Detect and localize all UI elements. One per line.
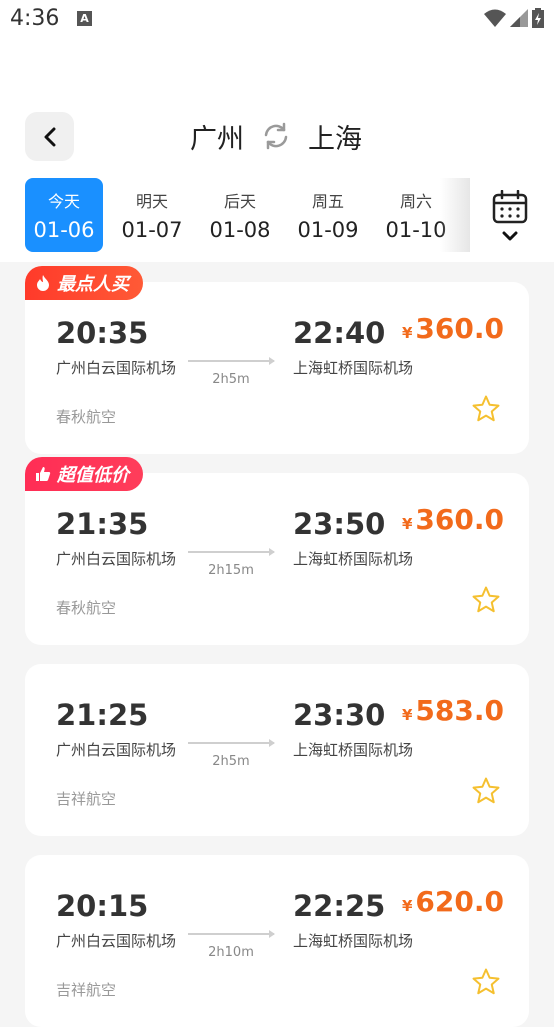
date-tab-label: 周五 xyxy=(311,192,344,211)
price-amount: 620.0 xyxy=(415,885,504,918)
arrival-airport: 上海虹桥国际机场 xyxy=(293,359,414,377)
date-tab-tomorrow[interactable]: 明天 01-07 xyxy=(113,178,191,252)
currency-symbol: ¥ xyxy=(401,706,413,724)
flight-card[interactable]: 超值低价 21:35 广州白云国际机场 春秋航空 2h15m 23:50 上海虹… xyxy=(25,457,529,645)
arrival-airport: 上海虹桥国际机场 xyxy=(293,741,414,759)
date-tab-date: 01-07 xyxy=(121,218,183,242)
swap-refresh-icon xyxy=(264,122,288,150)
star-icon xyxy=(472,777,500,804)
arrival-time: 22:25 xyxy=(293,889,386,923)
duration-arrow xyxy=(188,930,275,938)
arrival-time: 23:50 xyxy=(293,507,386,541)
signal-icon xyxy=(510,9,528,27)
date-tab-label: 今天 xyxy=(47,192,80,211)
price: ¥583.0 xyxy=(402,694,504,727)
arrival-time: 22:40 xyxy=(293,316,386,350)
duration-arrow xyxy=(188,739,275,747)
status-icons xyxy=(484,8,544,28)
price-amount: 360.0 xyxy=(415,312,504,345)
arrival-airport: 上海虹桥国际机场 xyxy=(293,932,414,950)
flight-duration: 2h15m xyxy=(208,563,254,578)
back-button[interactable] xyxy=(25,112,74,161)
duration-arrow xyxy=(188,548,275,556)
price: ¥620.0 xyxy=(402,885,504,918)
date-tab-date: 01-09 xyxy=(297,218,359,242)
price: ¥360.0 xyxy=(402,312,504,345)
flight-duration: 2h10m xyxy=(208,945,254,960)
date-tab-date: 01-08 xyxy=(209,218,271,242)
swap-button[interactable] xyxy=(262,122,290,150)
departure-time: 20:15 xyxy=(56,889,149,923)
airline-name: 吉祥航空 xyxy=(56,790,117,808)
date-tab-label: 明天 xyxy=(135,192,168,211)
flight-card[interactable]: 21:25 广州白云国际机场 吉祥航空 2h5m 23:30 上海虹桥国际机场 … xyxy=(25,664,529,836)
departure-airport: 广州白云国际机场 xyxy=(56,741,177,759)
departure-airport: 广州白云国际机场 xyxy=(56,550,177,568)
arrival-airport: 上海虹桥国际机场 xyxy=(293,550,414,568)
date-tab-date: 01-06 xyxy=(33,218,95,242)
favorite-button[interactable] xyxy=(471,776,501,806)
price-amount: 583.0 xyxy=(415,694,504,727)
departure-time: 21:35 xyxy=(56,507,149,541)
departure-time: 21:25 xyxy=(56,698,149,732)
flight-duration: 2h5m xyxy=(212,754,250,769)
currency-symbol: ¥ xyxy=(401,515,413,533)
hot-badge: 最点人买 xyxy=(25,266,143,300)
wifi-icon xyxy=(484,9,506,27)
battery-icon xyxy=(532,8,544,28)
chevron-left-icon xyxy=(44,127,55,146)
date-tab-today[interactable]: 今天 01-06 xyxy=(25,178,103,252)
chevron-down-icon xyxy=(502,231,518,241)
date-tab-date: 01-10 xyxy=(385,218,447,242)
airline-name: 春秋航空 xyxy=(56,599,117,617)
departure-airport: 广州白云国际机场 xyxy=(56,359,177,377)
calendar-button[interactable] xyxy=(490,190,530,250)
price-amount: 360.0 xyxy=(415,503,504,536)
airline-name: 吉祥航空 xyxy=(56,981,117,999)
calendar-icon xyxy=(492,190,528,224)
star-icon xyxy=(472,968,500,995)
price: ¥360.0 xyxy=(402,503,504,536)
star-icon xyxy=(472,395,500,422)
favorite-button[interactable] xyxy=(471,394,501,424)
thumbs-up-icon xyxy=(36,467,51,481)
flight-duration: 2h5m xyxy=(212,372,250,387)
currency-symbol: ¥ xyxy=(401,324,413,342)
duration-arrow xyxy=(188,357,275,365)
notification-icon: A xyxy=(77,11,92,26)
destination-city: 上海 xyxy=(308,123,362,155)
departure-time: 20:35 xyxy=(56,316,149,350)
airline-name: 春秋航空 xyxy=(56,408,117,426)
badge-label: 超值低价 xyxy=(57,465,129,486)
date-tab-day-after[interactable]: 后天 01-08 xyxy=(201,178,279,252)
star-icon xyxy=(472,586,500,613)
date-tab-label: 周六 xyxy=(399,192,432,211)
flight-card[interactable]: 最点人买 20:35 广州白云国际机场 春秋航空 2h5m 22:40 上海虹桥… xyxy=(25,266,529,454)
date-tabs: 今天 01-06 明天 01-07 后天 01-08 周五 01-09 周六 0… xyxy=(25,178,465,252)
flight-card[interactable]: 20:15 广州白云国际机场 吉祥航空 2h10m 22:25 上海虹桥国际机场… xyxy=(25,855,529,1027)
favorite-button[interactable] xyxy=(471,585,501,615)
origin-city: 广州 xyxy=(190,123,244,155)
date-tab-friday[interactable]: 周五 01-09 xyxy=(289,178,367,252)
badge-label: 最点人买 xyxy=(57,274,129,295)
tabs-fade-overlay xyxy=(440,178,470,252)
favorite-button[interactable] xyxy=(471,967,501,997)
arrival-time: 23:30 xyxy=(293,698,386,732)
value-badge: 超值低价 xyxy=(25,457,143,491)
fire-icon xyxy=(37,275,49,291)
route-title: 广州 上海 xyxy=(190,114,362,158)
currency-symbol: ¥ xyxy=(401,897,413,915)
status-time: 4:36 xyxy=(10,6,60,31)
date-tab-label: 后天 xyxy=(223,192,256,211)
status-bar: 4:36 A xyxy=(0,0,554,40)
departure-airport: 广州白云国际机场 xyxy=(56,932,177,950)
